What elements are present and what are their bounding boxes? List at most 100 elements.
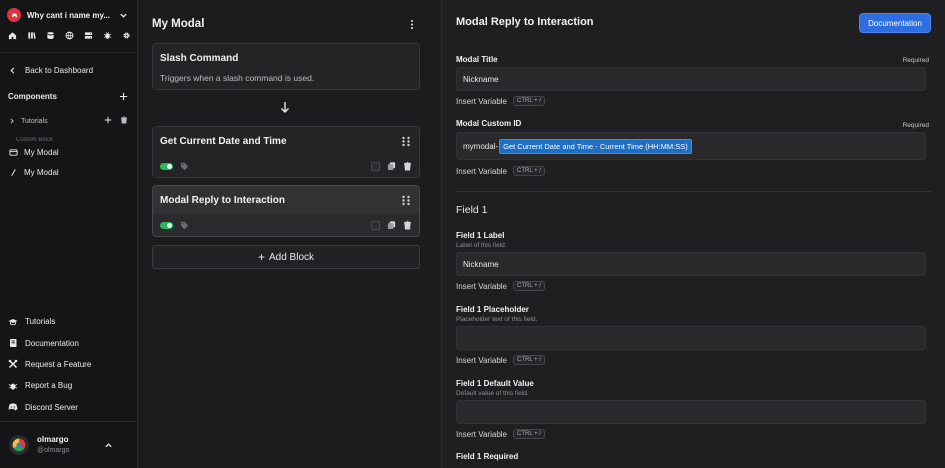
enable-toggle[interactable]: [160, 222, 173, 229]
chevron-left-icon: [10, 67, 15, 74]
shortcut-badge: CTRL + /: [513, 355, 545, 365]
select-checkbox[interactable]: [371, 161, 380, 171]
field-default-label: Field 1 Default Value: [456, 379, 534, 388]
nav-documentation[interactable]: Documentation: [8, 332, 130, 353]
user-menu[interactable]: olmargo @olmargo: [0, 421, 138, 468]
modal-title-label: Modal Title: [456, 55, 498, 64]
tag-icon[interactable]: [180, 221, 189, 230]
library-icon[interactable]: [26, 30, 36, 40]
server-selector[interactable]: Why cant i name my...: [7, 7, 131, 23]
field-required-label: Field 1 Required: [456, 452, 519, 461]
components-header: Components: [8, 92, 128, 101]
shortcut-badge: CTRL + /: [513, 166, 545, 176]
insert-variable-link[interactable]: Insert Variable CTRL + /: [456, 281, 545, 291]
trash-icon[interactable]: [403, 161, 412, 171]
chevron-up-icon[interactable]: [104, 441, 113, 450]
user-name: olmargo: [37, 435, 69, 444]
modal-window-icon: [9, 149, 18, 156]
section-divider: [456, 191, 931, 192]
globe-icon[interactable]: [64, 30, 74, 40]
add-component-icon[interactable]: [119, 92, 128, 101]
modal-custom-id-input[interactable]: mymodal- Get Current Date and Time - Cur…: [456, 132, 926, 160]
chevron-down-icon[interactable]: [119, 11, 128, 20]
flow-panel: My Modal Slash Command Triggers when a s…: [138, 0, 433, 468]
folder-label: Tutorials: [21, 117, 48, 125]
trigger-block-slash-command[interactable]: Slash Command Triggers when a slash comm…: [152, 43, 420, 90]
avatar: [9, 435, 29, 455]
block-title: Get Current Date and Time: [160, 136, 287, 147]
trash-icon[interactable]: [403, 220, 412, 230]
tag-icon[interactable]: [180, 162, 189, 171]
required-label: Required: [902, 122, 929, 129]
kebab-menu-icon[interactable]: [408, 19, 416, 30]
required-label: Required: [902, 57, 929, 64]
server-rack-icon[interactable]: [83, 30, 93, 40]
field-placeholder-help: Placeholder text of this field.: [456, 316, 538, 323]
trash-icon[interactable]: [112, 116, 128, 126]
bug-icon[interactable]: [102, 30, 112, 40]
nav-request-feature[interactable]: Request a Feature: [8, 354, 130, 375]
back-to-dashboard-link[interactable]: Back to Dashboard: [9, 66, 93, 75]
variable-pill[interactable]: Get Current Date and Time - Current Time…: [499, 138, 692, 154]
modal-title-input[interactable]: Nickname: [456, 67, 926, 91]
database-icon[interactable]: [45, 30, 55, 40]
home-icon[interactable]: [7, 30, 17, 40]
sidebar-divider: [0, 52, 138, 53]
block-actions: [371, 161, 412, 171]
insert-variable-link[interactable]: Insert Variable CTRL + /: [456, 96, 545, 106]
user-handle: @olmargo: [37, 447, 70, 454]
insert-variable-link[interactable]: Insert Variable CTRL + /: [456, 166, 545, 176]
server-logo-icon: [7, 8, 21, 22]
field-default-help: Default value of this field.: [456, 390, 529, 397]
action-block-get-date-time[interactable]: Get Current Date and Time: [152, 126, 420, 178]
plus-icon: +: [257, 250, 265, 264]
sidebar-icon-row: [7, 30, 131, 40]
sidebar-folder-tutorials[interactable]: Tutorials: [9, 116, 128, 126]
add-to-folder-icon[interactable]: [96, 116, 112, 126]
sidebar: Why cant i name my... Back to Dashboard …: [0, 0, 138, 468]
field-label-help: Label of this field.: [456, 242, 507, 249]
drag-handle-icon[interactable]: [401, 195, 411, 206]
field-placeholder-label: Field 1 Placeholder: [456, 305, 529, 314]
nav-discord-server[interactable]: Discord Server: [8, 397, 130, 418]
nav-tutorials[interactable]: Tutorials: [8, 311, 130, 332]
sidebar-item-my-modal-command[interactable]: My Modal: [9, 168, 59, 177]
block-title: Modal Reply to Interaction: [160, 195, 286, 206]
field-default-input[interactable]: [456, 400, 926, 424]
block-actions: [371, 220, 412, 230]
documentation-button[interactable]: Documentation: [859, 13, 931, 33]
add-block-button[interactable]: + Add Block: [152, 245, 420, 269]
nav-report-bug[interactable]: Report a Bug: [8, 375, 130, 396]
field-placeholder-input[interactable]: [456, 326, 926, 350]
bug-icon: [8, 383, 18, 390]
tools-icon: [8, 360, 18, 369]
enable-toggle[interactable]: [160, 163, 173, 170]
graduation-cap-icon: [8, 318, 18, 325]
slash-icon: [11, 169, 16, 176]
drag-handle-icon[interactable]: [401, 136, 411, 147]
modal-custom-id-label: Modal Custom ID: [456, 119, 522, 128]
page-title: My Modal: [152, 18, 205, 30]
sidebar-item-my-modal[interactable]: My Modal: [9, 148, 59, 157]
shortcut-badge: CTRL + /: [513, 281, 545, 291]
copy-icon[interactable]: [387, 220, 396, 230]
insert-variable-link[interactable]: Insert Variable CTRL + /: [456, 355, 545, 365]
shortcut-badge: CTRL + /: [513, 96, 545, 106]
insert-variable-link[interactable]: Insert Variable CTRL + /: [456, 429, 545, 439]
block-settings-panel: Modal Reply to Interaction Documentation…: [441, 0, 945, 468]
server-name: Why cant i name my...: [27, 10, 110, 20]
shortcut-badge: CTRL + /: [513, 429, 545, 439]
action-block-modal-reply[interactable]: Modal Reply to Interaction: [152, 185, 420, 237]
sidebar-bottom-nav: Tutorials Documentation Request a Featur…: [8, 311, 130, 418]
section-title: Field 1: [456, 204, 488, 216]
sidebar-item-ghost: Custom Block: [16, 137, 54, 143]
chevron-right-icon: [10, 118, 14, 124]
book-icon: [10, 339, 17, 348]
copy-icon[interactable]: [387, 161, 396, 171]
field-label-input[interactable]: Nickname: [456, 252, 926, 276]
field-label-label: Field 1 Label: [456, 231, 505, 240]
select-checkbox[interactable]: [371, 220, 380, 230]
discord-icon: [8, 403, 18, 411]
gear-icon[interactable]: [121, 30, 131, 40]
block-description: Triggers when a slash command is used.: [160, 73, 315, 83]
